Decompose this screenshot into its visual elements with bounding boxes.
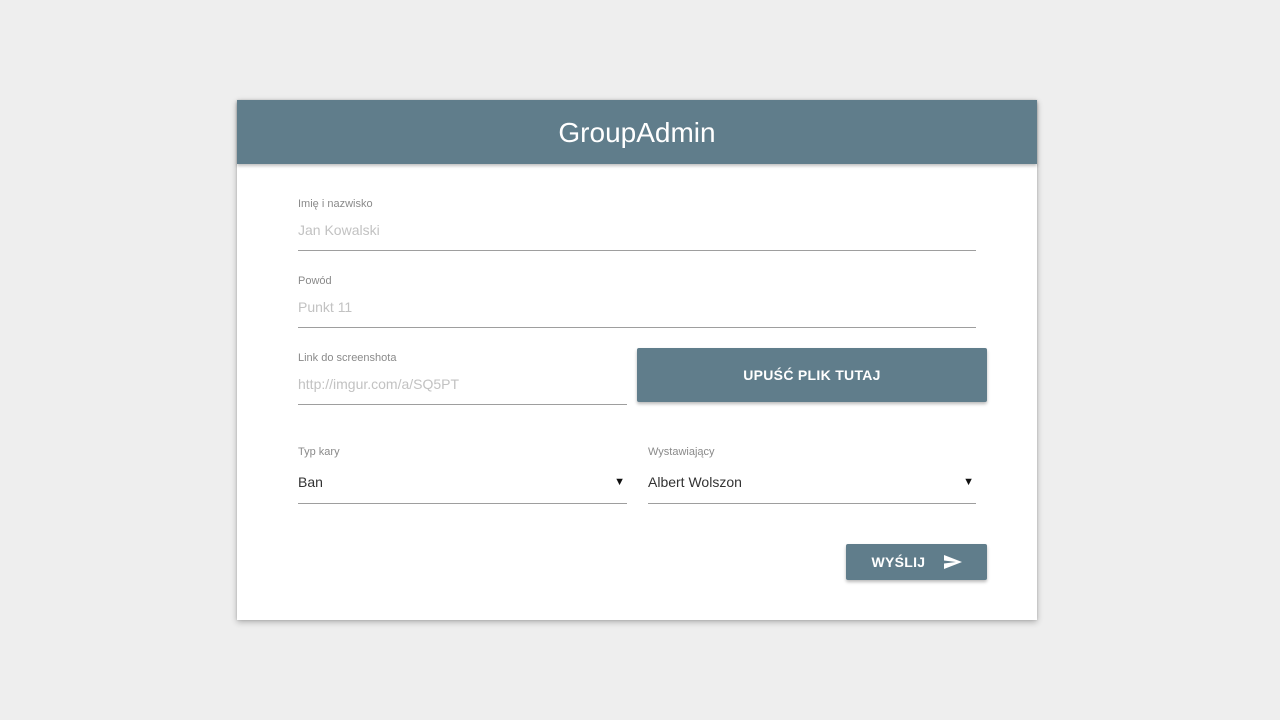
send-icon [943, 554, 962, 569]
submit-button-label: WYŚLIJ [871, 554, 926, 570]
reason-input[interactable] [298, 297, 976, 317]
drop-file-button-label: UPUŚĆ PLIK TUTAJ [743, 367, 881, 383]
app-header: GroupAdmin [237, 100, 1037, 164]
screenshot-link-underline [298, 404, 627, 405]
penalty-type-underline [298, 503, 627, 504]
form-card: GroupAdmin Imię i nazwisko Powód Link do… [237, 100, 1037, 620]
submit-button[interactable]: WYŚLIJ [846, 544, 987, 580]
penalty-type-select[interactable]: Typ kary Ban ▼ [298, 446, 627, 504]
screenshot-link-field: Link do screenshota [298, 352, 627, 405]
reason-label: Powód [298, 275, 332, 287]
penalty-type-value: Ban [298, 474, 323, 490]
dropdown-arrow-icon: ▼ [963, 476, 974, 488]
name-underline [298, 250, 976, 251]
issuer-label: Wystawiający [648, 446, 715, 458]
drop-file-button[interactable]: UPUŚĆ PLIK TUTAJ [637, 348, 987, 402]
screenshot-link-input[interactable] [298, 374, 627, 394]
issuer-value: Albert Wolszon [648, 474, 742, 490]
name-input[interactable] [298, 220, 976, 240]
reason-underline [298, 327, 976, 328]
issuer-select[interactable]: Wystawiający Albert Wolszon ▼ [648, 446, 976, 504]
penalty-type-label: Typ kary [298, 446, 340, 458]
name-field: Imię i nazwisko [298, 198, 976, 251]
app-title: GroupAdmin [558, 117, 716, 148]
reason-field: Powód [298, 275, 976, 328]
name-label: Imię i nazwisko [298, 198, 373, 210]
issuer-underline [648, 503, 976, 504]
screenshot-link-label: Link do screenshota [298, 352, 397, 364]
dropdown-arrow-icon: ▼ [614, 476, 625, 488]
